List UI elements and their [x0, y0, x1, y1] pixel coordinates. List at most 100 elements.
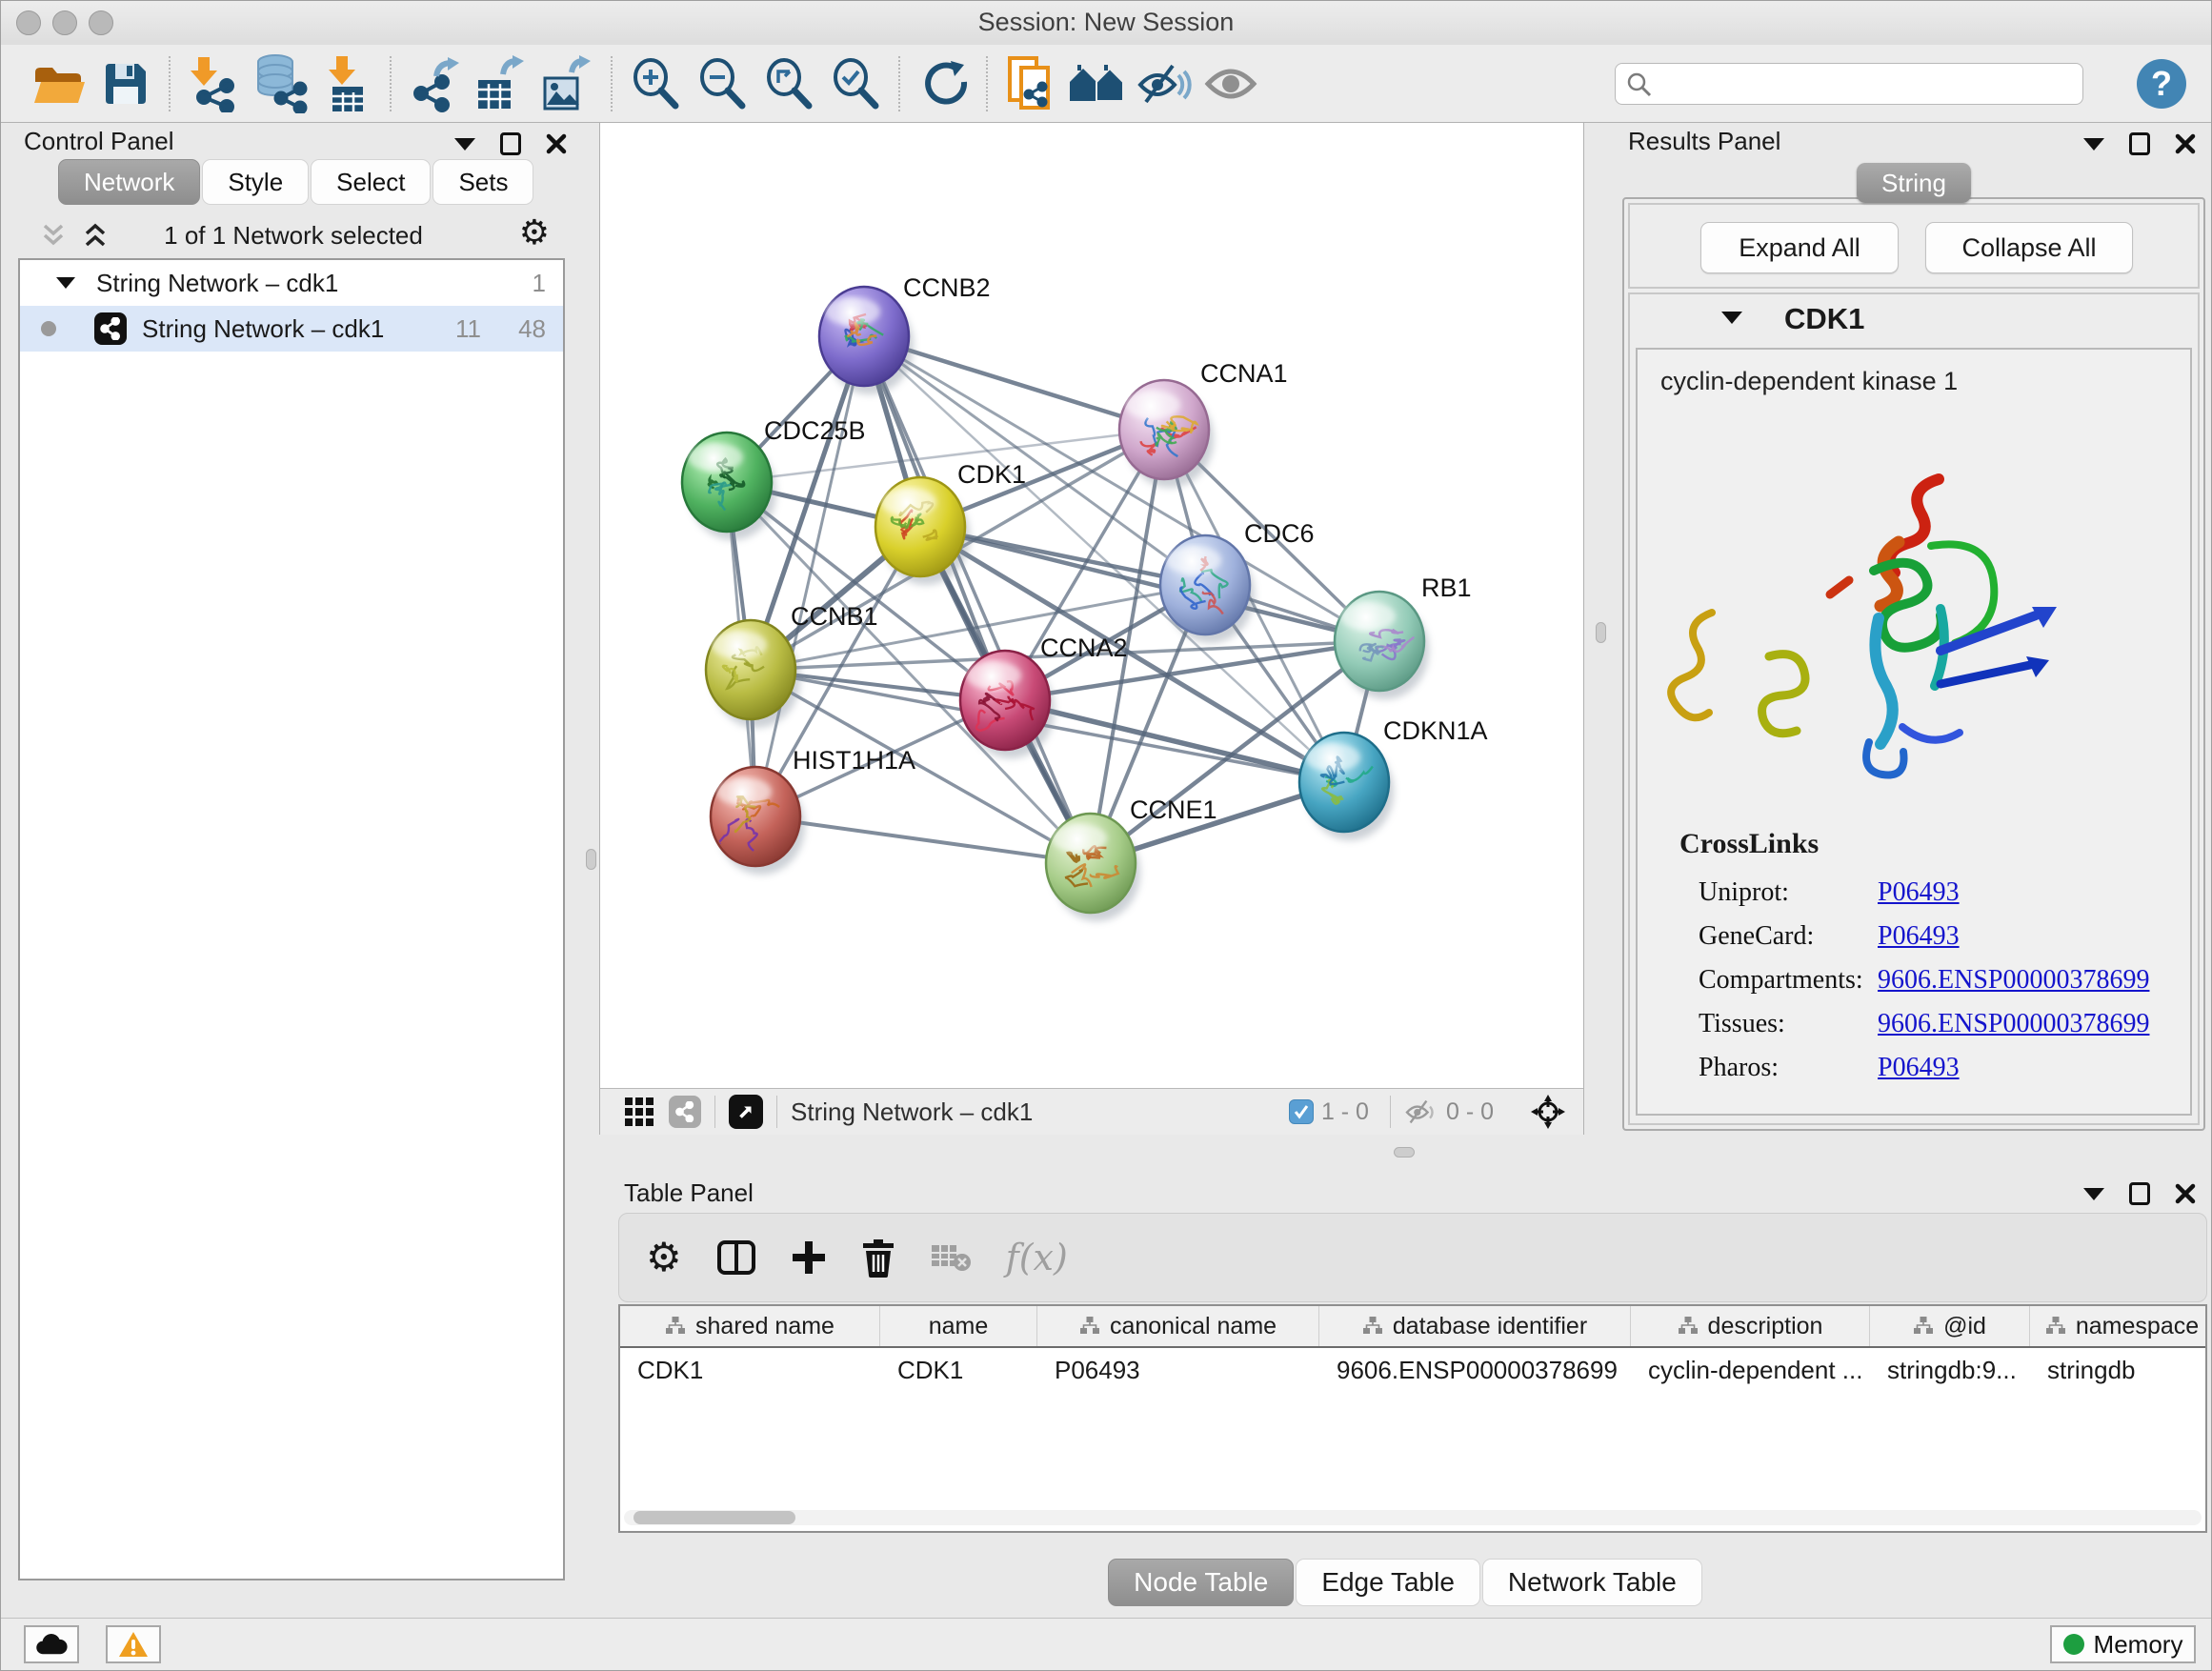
- column-header-database-identifier[interactable]: database identifier: [1319, 1306, 1631, 1346]
- column-header-name[interactable]: name: [880, 1306, 1037, 1346]
- tree-expander-icon[interactable]: [56, 277, 75, 289]
- panel-float-icon[interactable]: [2129, 1182, 2150, 1205]
- clone-network-button[interactable]: [997, 52, 1064, 115]
- toolbar-separator: [611, 56, 613, 111]
- zoom-selected-button[interactable]: [822, 52, 889, 115]
- section-expander-icon[interactable]: [1721, 312, 1742, 324]
- node-CDK1[interactable]: [875, 477, 970, 585]
- open-session-button[interactable]: [26, 52, 92, 115]
- apply-layout-button[interactable]: [910, 52, 976, 115]
- node-HIST1H1A[interactable]: [711, 767, 805, 875]
- network-collection-row[interactable]: String Network – cdk1 1: [20, 260, 563, 306]
- splitter-handle-right[interactable]: [1596, 622, 1606, 643]
- panel-close-icon[interactable]: [2175, 1183, 2196, 1204]
- copy-network-icon: [1006, 54, 1056, 113]
- scrollbar-thumb[interactable]: [633, 1511, 795, 1524]
- warnings-button[interactable]: [106, 1625, 161, 1663]
- hide-selected-button[interactable]: [1131, 52, 1197, 115]
- edge-HIST1H1A-CCNE1[interactable]: [755, 816, 1091, 863]
- crosslink-value-link[interactable]: P06493: [1878, 1053, 1960, 1083]
- crosslink-value-link[interactable]: 9606.ENSP00000378699: [1878, 965, 2149, 996]
- help-button[interactable]: ?: [2137, 59, 2186, 109]
- column-header-namespace[interactable]: namespace: [2030, 1306, 2207, 1346]
- tab-node-table[interactable]: Node Table: [1108, 1559, 1294, 1606]
- show-hidden-button[interactable]: [1197, 52, 1264, 115]
- delete-icon[interactable]: [861, 1238, 895, 1278]
- node-CCNA1[interactable]: [1119, 380, 1214, 488]
- crosslink-value-link[interactable]: P06493: [1878, 921, 1960, 952]
- grid-view-icon[interactable]: [625, 1097, 654, 1126]
- show-all-nodes-button[interactable]: [1064, 52, 1131, 115]
- tab-network[interactable]: Network: [58, 159, 200, 205]
- cell[interactable]: 9606.ENSP00000378699: [1319, 1356, 1631, 1385]
- table-settings-icon[interactable]: ⚙: [646, 1238, 682, 1278]
- edge-CCNB2-CCNE1[interactable]: [864, 336, 1091, 863]
- panel-float-icon[interactable]: [2129, 132, 2150, 155]
- node-CDC25B[interactable]: [682, 433, 776, 540]
- network-share-view-icon[interactable]: [669, 1096, 701, 1128]
- tab-style[interactable]: Style: [202, 159, 309, 205]
- splitter-handle-bottom[interactable]: [1394, 1147, 1415, 1158]
- search-input[interactable]: [1615, 63, 2083, 105]
- save-session-button[interactable]: [92, 52, 159, 115]
- panel-close-icon[interactable]: [2175, 133, 2196, 154]
- zoom-fit-button[interactable]: [755, 52, 822, 115]
- network-row-selected[interactable]: String Network – cdk1 11 48: [20, 306, 563, 352]
- hierarchy-icon: [665, 1316, 686, 1337]
- panel-float-icon[interactable]: [500, 132, 521, 155]
- tab-string[interactable]: String: [1857, 163, 1971, 203]
- crosslink-row: Pharos: P06493: [1699, 1047, 2171, 1091]
- column-label: description: [1708, 1313, 1823, 1340]
- node-RB1[interactable]: [1335, 592, 1429, 699]
- panel-close-icon[interactable]: [546, 133, 567, 154]
- export-image-button[interactable]: [534, 52, 601, 115]
- gene-section-header[interactable]: CDK1: [1630, 294, 2198, 346]
- import-table-file-button[interactable]: [313, 52, 380, 115]
- panel-collapse-icon[interactable]: [454, 138, 475, 151]
- gear-icon[interactable]: ⚙: [519, 216, 550, 251]
- import-network-file-button[interactable]: [180, 52, 247, 115]
- column-header-canonical-name[interactable]: canonical name: [1037, 1306, 1319, 1346]
- panel-collapse-icon[interactable]: [2083, 1188, 2104, 1200]
- horizontal-scrollbar[interactable]: [624, 1510, 2202, 1525]
- zoom-out-button[interactable]: [689, 52, 755, 115]
- memory-button[interactable]: Memory: [2050, 1625, 2196, 1663]
- cell[interactable]: CDK1: [880, 1356, 1037, 1385]
- node-CCNE1[interactable]: [1046, 814, 1140, 921]
- import-network-database-button[interactable]: [247, 52, 313, 115]
- cell[interactable]: P06493: [1037, 1356, 1319, 1385]
- birdseye-view-icon[interactable]: [729, 1095, 763, 1129]
- crosslink-value-link[interactable]: P06493: [1878, 877, 1960, 908]
- show-columns-icon[interactable]: [716, 1238, 756, 1278]
- node-CDC6[interactable]: [1160, 535, 1255, 643]
- table-row[interactable]: CDK1CDK1P064939606.ENSP00000378699cyclin…: [620, 1348, 2205, 1392]
- network-canvas[interactable]: CCNB2CCNA1CDC25BCDK1CDC6RB1CCNB1CCNA2CDK…: [600, 123, 1583, 1089]
- node-CDKN1A[interactable]: [1299, 733, 1394, 840]
- cell[interactable]: stringdb: [2030, 1356, 2207, 1385]
- column-header-shared-name[interactable]: shared name: [620, 1306, 880, 1346]
- export-table-button[interactable]: [468, 52, 534, 115]
- cell[interactable]: CDK1: [620, 1356, 880, 1385]
- column-header-description[interactable]: description: [1631, 1306, 1870, 1346]
- crosslink-label: Pharos:: [1699, 1053, 1779, 1083]
- column-header--id[interactable]: @id: [1870, 1306, 2030, 1346]
- tab-edge-table[interactable]: Edge Table: [1296, 1559, 1480, 1606]
- collapse-all-button[interactable]: Collapse All: [1925, 222, 2133, 273]
- tab-select[interactable]: Select: [311, 159, 431, 205]
- cloud-button[interactable]: [24, 1625, 79, 1663]
- tab-network-table[interactable]: Network Table: [1482, 1559, 1702, 1606]
- selected-checkbox-icon[interactable]: [1289, 1099, 1314, 1124]
- tab-sets[interactable]: Sets: [432, 159, 533, 205]
- add-column-icon[interactable]: [791, 1239, 827, 1276]
- expand-all-button[interactable]: Expand All: [1700, 222, 1899, 273]
- export-network-button[interactable]: [401, 52, 468, 115]
- panel-collapse-icon[interactable]: [2083, 138, 2104, 151]
- cell[interactable]: cyclin-dependent ...: [1631, 1356, 1870, 1385]
- crosslink-value-link[interactable]: 9606.ENSP00000378699: [1878, 1009, 2149, 1039]
- zoom-in-button[interactable]: [622, 52, 689, 115]
- toolbar-separator: [1390, 1096, 1391, 1128]
- node-CCNB2[interactable]: [819, 287, 914, 394]
- splitter-handle-left[interactable]: [586, 849, 596, 870]
- cell[interactable]: stringdb:9...: [1870, 1356, 2030, 1385]
- crosshair-icon[interactable]: [1530, 1094, 1566, 1130]
